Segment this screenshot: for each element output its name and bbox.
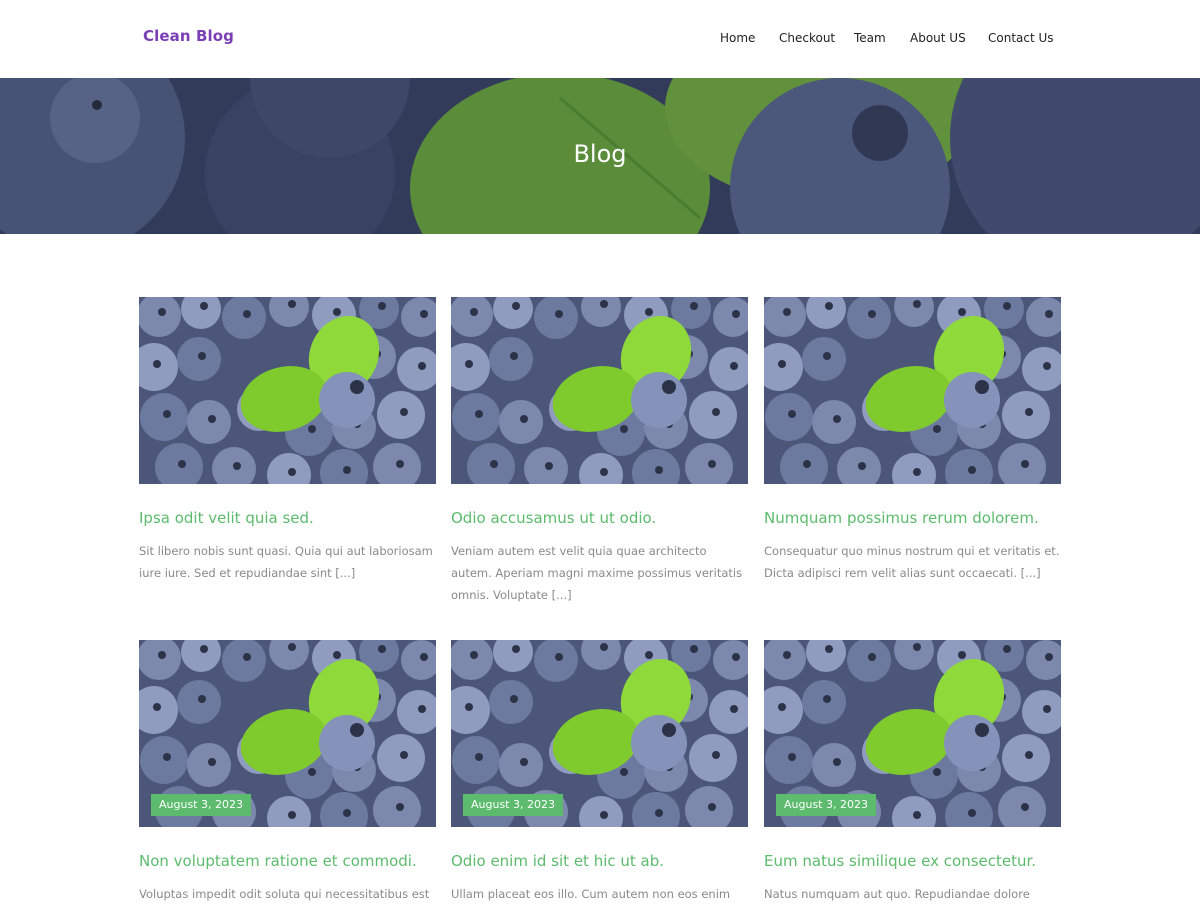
- nav-link-home[interactable]: Home: [720, 31, 755, 45]
- post-card: August 3, 2023 Non voluptatem ratione et…: [139, 640, 436, 905]
- post-card: Odio accusamus ut ut odio. Veniam autem …: [451, 297, 748, 606]
- post-card: August 3, 2023 Eum natus similique ex co…: [764, 640, 1061, 905]
- post-title-link[interactable]: Odio enim id sit et hic ut ab.: [451, 852, 748, 870]
- post-title-link[interactable]: Odio accusamus ut ut odio.: [451, 509, 748, 527]
- blueberries-image: [139, 297, 436, 484]
- post-title-link[interactable]: Eum natus similique ex consectetur.: [764, 852, 1061, 870]
- nav-link-team[interactable]: Team: [854, 31, 886, 45]
- post-excerpt: Ullam placeat eos illo. Cum autem non eo…: [451, 887, 731, 901]
- blueberries-image: [764, 297, 1061, 484]
- post-thumbnail[interactable]: [451, 297, 748, 484]
- post-excerpt: Veniam autem est velit quia quae archite…: [451, 544, 743, 602]
- post-date-badge: August 3, 2023: [776, 794, 876, 816]
- post-card: Numquam possimus rerum dolorem. Consequa…: [764, 297, 1061, 584]
- post-title-link[interactable]: Ipsa odit velit quia sed.: [139, 509, 436, 527]
- post-card: August 3, 2023 Odio enim id sit et hic u…: [451, 640, 748, 905]
- main-nav: Home Checkout Team About US Contact Us: [0, 31, 1200, 51]
- post-thumbnail[interactable]: [764, 297, 1061, 484]
- post-excerpt: Voluptas impedit odit soluta qui necessi…: [139, 887, 430, 901]
- post-thumbnail[interactable]: August 3, 2023: [764, 640, 1061, 827]
- nav-link-about-us[interactable]: About US: [910, 31, 966, 45]
- post-title-link[interactable]: Non voluptatem ratione et commodi.: [139, 852, 436, 870]
- post-date-badge: August 3, 2023: [463, 794, 563, 816]
- post-title-link[interactable]: Numquam possimus rerum dolorem.: [764, 509, 1061, 527]
- page-title: Blog: [573, 140, 627, 168]
- site-header: Clean Blog Home Checkout Team About US C…: [0, 0, 1200, 78]
- post-date-badge: August 3, 2023: [151, 794, 251, 816]
- post-excerpt: Consequatur quo minus nostrum qui et ver…: [764, 544, 1060, 580]
- post-excerpt: Natus numquam aut quo. Repudiandae dolor…: [764, 887, 1030, 901]
- nav-link-checkout[interactable]: Checkout: [779, 31, 835, 45]
- blueberries-image: [451, 297, 748, 484]
- post-thumbnail[interactable]: August 3, 2023: [451, 640, 748, 827]
- post-card: Ipsa odit velit quia sed. Sit libero nob…: [139, 297, 436, 584]
- post-thumbnail[interactable]: [139, 297, 436, 484]
- post-thumbnail[interactable]: August 3, 2023: [139, 640, 436, 827]
- nav-link-contact-us[interactable]: Contact Us: [988, 31, 1054, 45]
- hero-banner: Blog: [0, 78, 1200, 234]
- post-excerpt: Sit libero nobis sunt quasi. Quia qui au…: [139, 544, 433, 580]
